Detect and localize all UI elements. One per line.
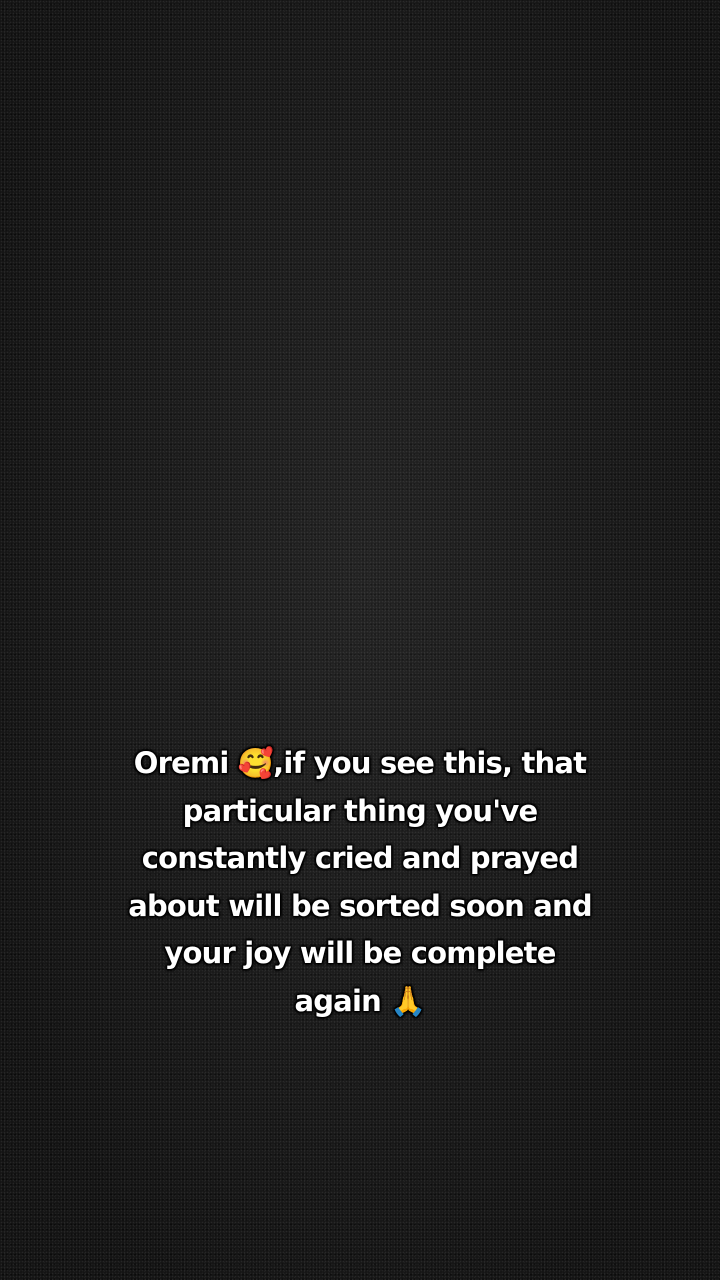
caption-line-4: about will be sorted soon and bbox=[128, 888, 592, 923]
background-noise bbox=[0, 0, 720, 1280]
caption-line-6: again 🙏 bbox=[110, 978, 610, 1026]
smiling-face-with-hearts-icon: 🥰 bbox=[237, 746, 274, 780]
folded-hands-icon: 🙏 bbox=[390, 983, 426, 1018]
caption-line-2: particular thing you've bbox=[182, 793, 538, 828]
caption-line-3: constantly cried and prayed bbox=[141, 841, 579, 875]
caption-line-1-end: ,if you see this, that bbox=[273, 746, 587, 780]
video-screen: Oremi 🥰,if you see this, that particular… bbox=[0, 0, 720, 1280]
caption-line-1: Oremi 🥰,if you see this, that bbox=[110, 740, 610, 788]
caption-text: Oremi 🥰,if you see this, that particular… bbox=[110, 740, 610, 1025]
caption-line-5: your joy will be complete bbox=[164, 936, 556, 970]
caption-line-6-start: again bbox=[294, 983, 391, 1018]
caption-line-1-start: Oremi bbox=[133, 746, 238, 780]
